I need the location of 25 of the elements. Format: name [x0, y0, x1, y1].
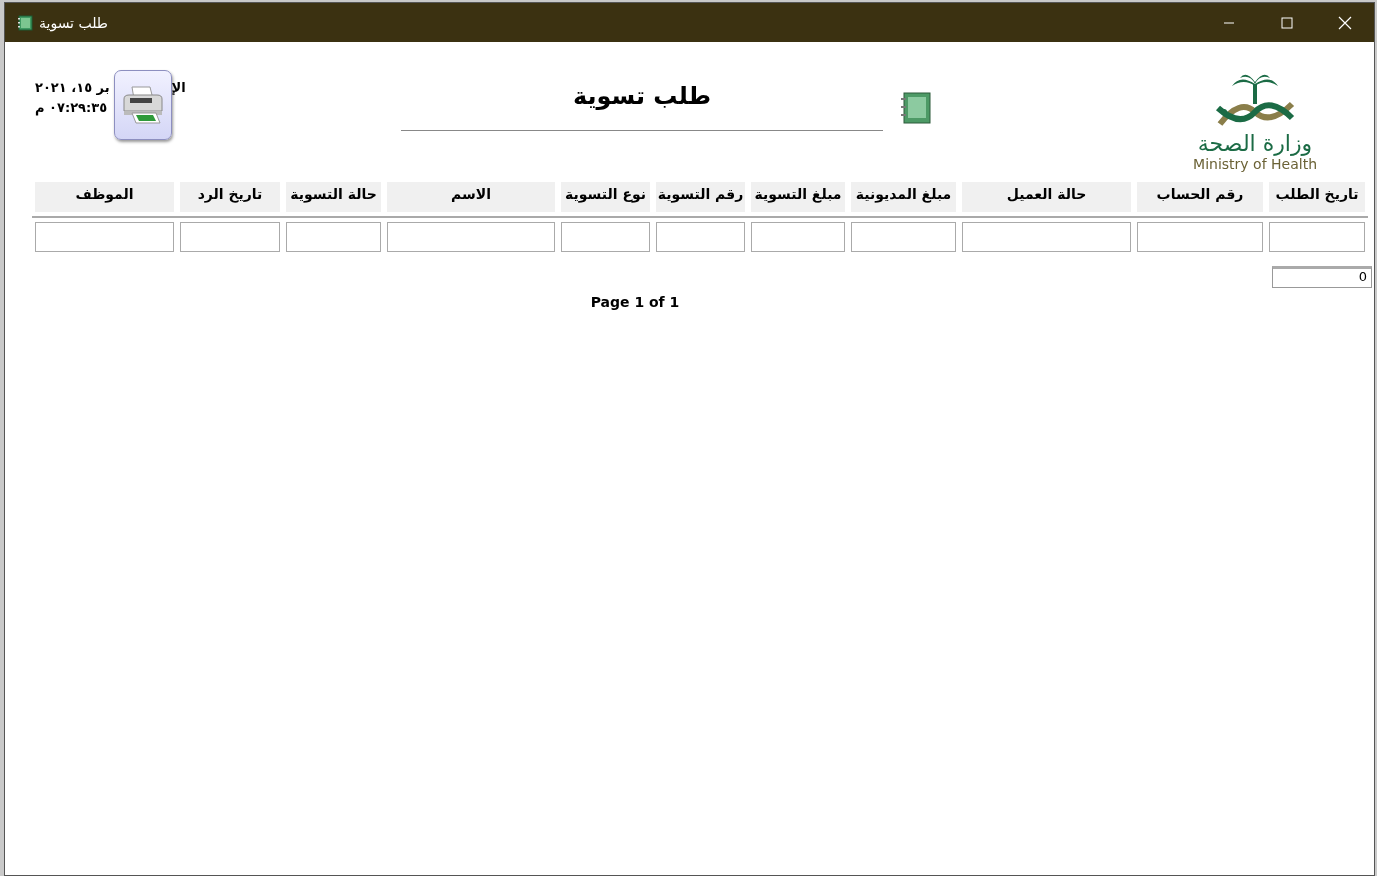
column-header: مبلغ المديونية — [851, 182, 956, 212]
date-text: بر ١٥، ٢٠٢١ — [35, 80, 110, 95]
notebook-icon — [17, 14, 33, 31]
column-header: نوع التسوية — [561, 182, 650, 212]
logo-english-text: Ministry of Health — [1193, 156, 1317, 172]
column-header: الموظف — [35, 182, 174, 212]
page-number: Page 1 of 1 — [589, 294, 681, 310]
column-header: مبلغ التسوية — [751, 182, 845, 212]
column-header: حالة العميل — [962, 182, 1131, 212]
close-icon — [1338, 15, 1352, 30]
print-button[interactable] — [113, 70, 172, 140]
notebook-icon — [901, 92, 931, 124]
column-header: الاسم — [387, 182, 555, 212]
window-title: طلب تسوية — [39, 14, 108, 31]
logo-arabic-text: وزارة الصحة — [1197, 132, 1313, 156]
maximize-icon — [1281, 16, 1293, 29]
report-title: طلب تسوية — [571, 82, 713, 110]
date-text: الإ — [171, 80, 186, 95]
column-header: رقم التسوية — [656, 182, 745, 212]
column-header: تاريخ الطلب — [1269, 182, 1365, 212]
column-header: حالة التسوية — [286, 182, 381, 212]
column-header: تاريخ الرد — [180, 182, 280, 212]
total-field: 0 — [1272, 266, 1372, 288]
time-text: ٠٧:٢٩:٣٥ م — [35, 100, 109, 115]
column-header: رقم الحساب — [1137, 182, 1263, 212]
